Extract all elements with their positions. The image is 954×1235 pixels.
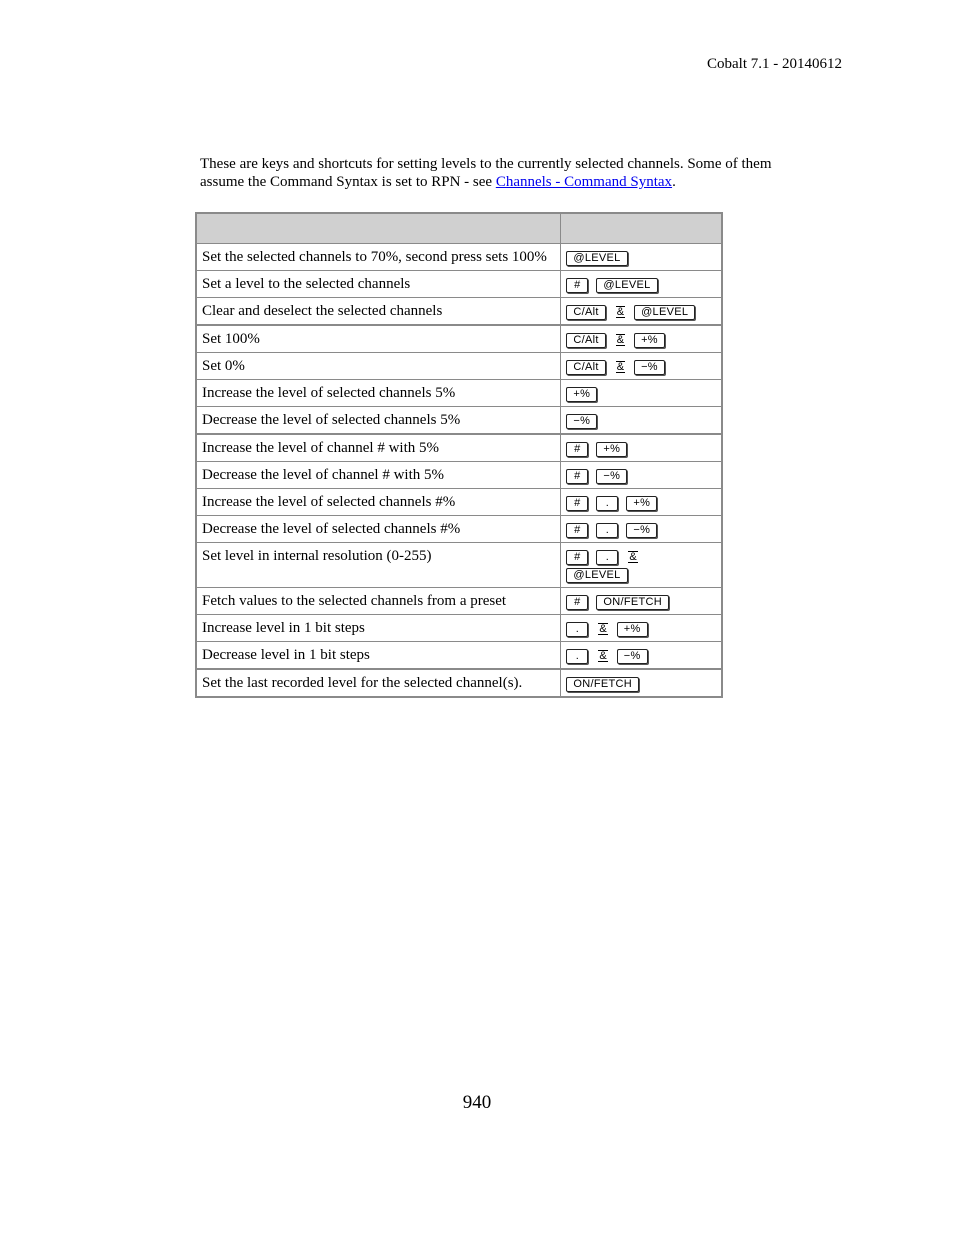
key-cap: @LEVEL xyxy=(596,278,658,293)
row-keys: #. +% xyxy=(560,488,723,516)
row-keys: # +% xyxy=(560,433,723,462)
row-keys: @LEVEL xyxy=(560,243,723,271)
table-row: Set the selected channels to 70%, second… xyxy=(195,243,723,271)
table-header-row xyxy=(195,212,723,244)
table-body: Set the selected channels to 70%, second… xyxy=(195,243,723,698)
key-cap: −% xyxy=(616,649,648,664)
key-cap: +% xyxy=(626,496,658,511)
key-cap: . xyxy=(566,622,589,637)
intro-trailing: . xyxy=(672,174,676,190)
key-cap: @LEVEL xyxy=(634,305,696,320)
row-keys: . & +% xyxy=(560,614,723,642)
table-row: Set a level to the selected channels # @LE… xyxy=(195,270,723,298)
document-header: Cobalt 7.1 - 20140612 xyxy=(707,56,842,72)
row-keys: #. & @LEVEL xyxy=(560,542,723,588)
key-cap: −% xyxy=(566,414,598,429)
key-combine-symbol: & xyxy=(615,306,626,318)
key-combine-symbol: & xyxy=(615,361,626,373)
table-row: Decrease the level of selected channels … xyxy=(195,515,723,543)
key-cap: +% xyxy=(596,442,628,457)
table-row: Clear and deselect the selected channels… xyxy=(195,297,723,326)
key-cap: # xyxy=(566,595,589,610)
key-cap: . xyxy=(596,550,619,565)
row-keys: . & −% xyxy=(560,641,723,670)
key-cap: +% xyxy=(616,622,648,637)
row-description: Decrease level in 1 bit steps xyxy=(195,641,562,670)
row-description: Set a level to the selected channels xyxy=(195,270,562,298)
intro-text: These are keys and shortcuts for setting… xyxy=(200,156,772,190)
key-cap: @LEVEL xyxy=(566,251,628,266)
key-cap: +% xyxy=(634,333,665,348)
key-cap: C/Alt xyxy=(566,360,606,375)
key-cap: C/Alt xyxy=(566,333,606,348)
row-keys: ON/FETCH xyxy=(560,668,723,698)
key-cap: # xyxy=(566,469,589,484)
table-row: Decrease level in 1 bit steps. & −% xyxy=(195,641,723,670)
header-cell-keys xyxy=(560,212,723,244)
table-row: Set 0% C/Alt & −% xyxy=(195,352,723,380)
key-cap: # xyxy=(566,278,589,293)
key-combine-symbol: & xyxy=(628,551,638,563)
row-keys: #. −% xyxy=(560,515,723,543)
page-number: 940 xyxy=(462,1092,492,1113)
row-keys: −% xyxy=(560,406,723,435)
row-description: Set level in internal resolution (0-255) xyxy=(195,542,562,588)
key-cap: +% xyxy=(566,387,598,402)
row-description: Increase the level of selected channels … xyxy=(195,379,562,407)
row-description: Set 0% xyxy=(195,352,562,380)
table-row: Decrease the level of channel # with 5% #… xyxy=(195,461,723,489)
table-row: Increase the level of channel # with 5% #… xyxy=(195,433,723,462)
row-description: Set 100% xyxy=(195,324,562,353)
key-cap: . xyxy=(596,496,619,511)
key-combine-symbol: & xyxy=(598,623,608,635)
key-cap: # xyxy=(566,496,589,511)
table-row: Fetch values to the selected channels fr… xyxy=(195,587,723,615)
table-row: Set the last recorded level for the sele… xyxy=(195,668,723,698)
intro-paragraph: These are keys and shortcuts for setting… xyxy=(200,155,810,191)
key-cap: −% xyxy=(634,360,665,375)
command-syntax-link[interactable]: Channels - Command Syntax xyxy=(496,174,672,190)
key-combine-symbol: & xyxy=(615,334,626,346)
row-description: Set the selected channels to 70%, second… xyxy=(195,243,562,271)
row-keys: # @LEVEL xyxy=(560,270,723,298)
key-cap: −% xyxy=(596,469,628,484)
row-description: Fetch values to the selected channels fr… xyxy=(195,587,562,615)
row-description: Increase the level of selected channels … xyxy=(195,488,562,516)
key-cap: −% xyxy=(626,523,658,538)
row-description: Decrease the level of selected channels … xyxy=(195,515,562,543)
key-combine-symbol: & xyxy=(598,650,608,662)
key-cap: C/Alt xyxy=(566,305,606,320)
row-description: Set the last recorded level for the sele… xyxy=(195,668,562,698)
row-keys: +% xyxy=(560,379,723,407)
row-keys: # −% xyxy=(560,461,723,489)
table-row: Set 100% C/Alt & +% xyxy=(195,324,723,353)
row-keys: # ON/FETCH xyxy=(560,587,723,615)
table-row: Increase the level of selected channels … xyxy=(195,379,723,407)
table-row: Increase the level of selected channels … xyxy=(195,488,723,516)
key-cap: # xyxy=(566,442,589,457)
row-description: Increase level in 1 bit steps xyxy=(195,614,562,642)
table-row: Set level in internal resolution (0-255)… xyxy=(195,542,723,588)
row-description: Clear and deselect the selected channels xyxy=(195,297,562,326)
row-keys: C/Alt & −% xyxy=(560,352,723,380)
header-cell-description xyxy=(195,212,562,244)
row-keys: C/Alt & @LEVEL xyxy=(560,297,723,326)
row-keys: C/Alt & +% xyxy=(560,324,723,353)
key-cap: # xyxy=(566,523,589,538)
row-description: Decrease the level of selected channels … xyxy=(195,406,562,435)
key-cap: ON/FETCH xyxy=(596,595,669,610)
key-cap: . xyxy=(566,649,589,664)
key-cap: ON/FETCH xyxy=(566,677,639,692)
key-cap: # xyxy=(566,550,589,565)
row-description: Increase the level of channel # with 5% xyxy=(195,433,562,462)
key-cap: @LEVEL xyxy=(566,568,628,583)
key-cap: . xyxy=(596,523,619,538)
level-shortcuts-table: Set the selected channels to 70%, second… xyxy=(195,212,723,698)
table-row: Decrease the level of selected channels … xyxy=(195,406,723,435)
table-row: Increase level in 1 bit steps. & +% xyxy=(195,614,723,642)
row-description: Decrease the level of channel # with 5% xyxy=(195,461,562,489)
